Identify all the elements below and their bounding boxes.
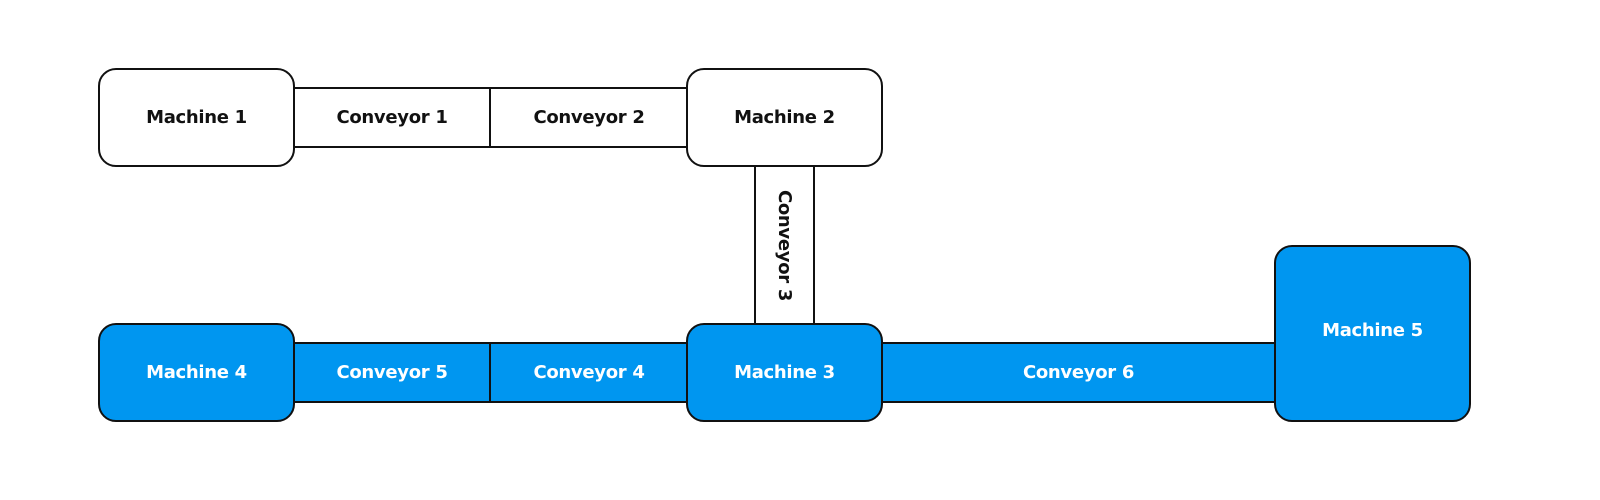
conveyor-4-label: Conveyor 4: [533, 362, 645, 383]
machine-2: Machine 2: [686, 68, 883, 167]
conveyor-4: Conveyor 4: [489, 342, 689, 403]
conveyor-3: Conveyor 3: [754, 164, 815, 326]
machine-4: Machine 4: [98, 323, 295, 422]
conveyor-5: Conveyor 5: [292, 342, 492, 403]
machine-1-label: Machine 1: [146, 107, 247, 128]
machine-2-label: Machine 2: [734, 107, 835, 128]
machine-1: Machine 1: [98, 68, 295, 167]
machine-4-label: Machine 4: [146, 362, 247, 383]
conveyor-1-label: Conveyor 1: [336, 107, 448, 128]
conveyor-2: Conveyor 2: [489, 87, 689, 148]
machine-5: Machine 5: [1274, 245, 1471, 422]
conveyor-6-label: Conveyor 6: [1022, 362, 1135, 383]
conveyor-5-label: Conveyor 5: [336, 362, 448, 383]
machine-5-label: Machine 5: [1322, 320, 1423, 341]
conveyor-2-label: Conveyor 2: [533, 107, 645, 128]
conveyor-6: Conveyor 6: [880, 342, 1277, 403]
machine-3: Machine 3: [686, 323, 883, 422]
conveyor-1: Conveyor 1: [292, 87, 492, 148]
machine-3-label: Machine 3: [734, 362, 835, 383]
conveyor-3-label: Conveyor 3: [774, 189, 796, 301]
